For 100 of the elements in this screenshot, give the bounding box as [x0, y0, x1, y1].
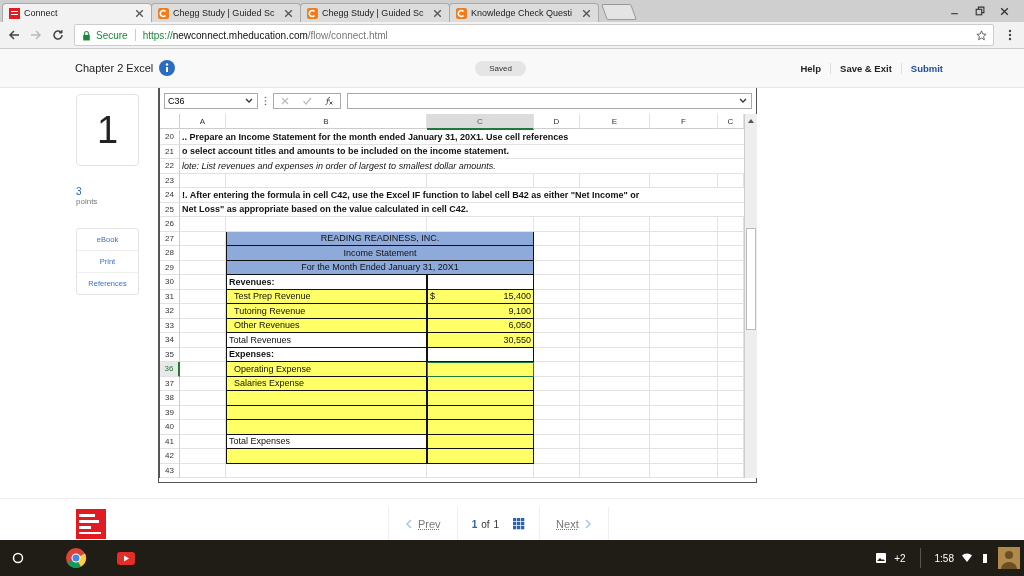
column-header[interactable]: E — [580, 114, 650, 129]
empty-cell[interactable] — [580, 289, 650, 304]
browser-tab[interactable]: Knowledge Check Questi — [449, 3, 599, 22]
empty-cell[interactable] — [580, 260, 650, 275]
drag-handle-icon[interactable] — [264, 96, 267, 106]
empty-cell[interactable] — [650, 376, 718, 391]
star-icon[interactable] — [976, 29, 987, 41]
empty-cell[interactable] — [650, 260, 718, 275]
amount-cell[interactable] — [427, 391, 534, 406]
amount-cell[interactable]: 30,550 — [427, 333, 534, 348]
close-icon[interactable] — [432, 7, 443, 19]
empty-cell[interactable] — [580, 217, 650, 232]
empty-cell[interactable] — [650, 289, 718, 304]
browser-tab[interactable]: Chegg Study | Guided Sc — [151, 3, 301, 22]
empty-cell[interactable] — [427, 463, 534, 478]
new-tab-button[interactable] — [601, 4, 637, 20]
empty-cell[interactable] — [580, 376, 650, 391]
empty-cell[interactable] — [180, 463, 226, 478]
empty-cell[interactable] — [226, 217, 427, 232]
empty-cell[interactable] — [650, 405, 718, 420]
name-box[interactable]: C36 — [164, 93, 258, 109]
empty-cell[interactable] — [427, 173, 534, 188]
empty-cell[interactable] — [580, 304, 650, 319]
launcher-icon[interactable] — [12, 552, 24, 564]
prev-button[interactable]: Prev — [389, 518, 457, 530]
browser-icon[interactable] — [65, 547, 87, 569]
scroll-thumb[interactable] — [746, 228, 756, 330]
empty-cell[interactable] — [580, 391, 650, 406]
empty-cell[interactable] — [580, 362, 650, 377]
amount-cell[interactable] — [427, 449, 534, 464]
empty-cell[interactable] — [650, 318, 718, 333]
empty-cell[interactable] — [180, 434, 226, 449]
column-header[interactable]: F — [650, 114, 718, 129]
empty-cell[interactable] — [650, 333, 718, 348]
battery-icon[interactable] — [980, 553, 990, 563]
empty-cell[interactable] — [226, 173, 427, 188]
empty-cell[interactable] — [534, 217, 580, 232]
avatar-icon[interactable] — [998, 547, 1020, 569]
next-button[interactable]: Next — [540, 518, 608, 530]
empty-cell[interactable] — [650, 434, 718, 449]
empty-cell[interactable] — [180, 217, 226, 232]
account-cell[interactable] — [226, 420, 427, 435]
empty-cell[interactable] — [650, 449, 718, 464]
formula-field[interactable] — [347, 93, 752, 109]
header-link[interactable]: Help — [791, 62, 831, 74]
empty-cell[interactable] — [580, 449, 650, 464]
empty-cell[interactable] — [226, 463, 427, 478]
column-header[interactable]: C — [718, 114, 744, 129]
empty-cell[interactable] — [180, 347, 226, 362]
column-header[interactable]: D — [534, 114, 580, 129]
empty-cell[interactable] — [534, 275, 580, 290]
cancel-icon[interactable] — [280, 96, 290, 106]
empty-cell[interactable] — [580, 275, 650, 290]
image-icon[interactable] — [876, 553, 887, 563]
forward-icon[interactable] — [30, 29, 42, 41]
empty-cell[interactable] — [580, 434, 650, 449]
column-header[interactable]: A — [180, 114, 226, 129]
amount-cell[interactable] — [427, 420, 534, 435]
grid-icon[interactable] — [513, 518, 526, 530]
account-cell[interactable] — [226, 391, 427, 406]
empty-cell[interactable] — [580, 231, 650, 246]
close-icon[interactable] — [134, 7, 145, 19]
reload-icon[interactable] — [52, 29, 64, 41]
amount-cell[interactable] — [427, 275, 534, 290]
browser-tab[interactable]: Connect — [2, 3, 152, 22]
address-bar[interactable]: Secure https://newconnect.mheducation.com/flow/connect.html — [74, 24, 994, 46]
empty-cell[interactable] — [650, 391, 718, 406]
info-icon[interactable] — [159, 60, 176, 76]
empty-cell[interactable] — [580, 347, 650, 362]
empty-cell[interactable] — [650, 246, 718, 261]
empty-cell[interactable] — [580, 463, 650, 478]
back-icon[interactable] — [8, 29, 20, 41]
checkmark-icon[interactable] — [302, 96, 312, 106]
video-app-icon[interactable] — [117, 551, 135, 565]
empty-cell[interactable] — [534, 463, 580, 478]
column-header[interactable]: C — [427, 114, 534, 130]
empty-cell[interactable] — [534, 347, 580, 362]
empty-cell[interactable] — [180, 333, 226, 348]
close-icon[interactable] — [283, 7, 294, 19]
empty-cell[interactable] — [180, 173, 226, 188]
empty-cell[interactable] — [650, 217, 718, 232]
empty-cell[interactable] — [580, 405, 650, 420]
close-icon[interactable] — [581, 7, 592, 19]
empty-cell[interactable] — [580, 420, 650, 435]
empty-cell[interactable] — [650, 304, 718, 319]
scrollbar[interactable] — [744, 114, 757, 478]
empty-cell[interactable] — [427, 217, 534, 232]
account-cell[interactable]: Total Revenues — [226, 333, 427, 348]
account-cell[interactable]: Revenues: — [226, 275, 427, 290]
empty-cell[interactable] — [580, 318, 650, 333]
empty-cell[interactable] — [180, 275, 226, 290]
account-cell[interactable] — [226, 449, 427, 464]
empty-cell[interactable] — [580, 173, 650, 188]
empty-cell[interactable] — [650, 173, 718, 188]
header-link[interactable]: Save & Exit — [830, 62, 901, 74]
empty-cell[interactable] — [650, 275, 718, 290]
restore-icon[interactable] — [974, 5, 985, 17]
empty-cell[interactable] — [580, 246, 650, 261]
empty-cell[interactable] — [580, 333, 650, 348]
notification-count[interactable]: +2 — [894, 552, 906, 564]
